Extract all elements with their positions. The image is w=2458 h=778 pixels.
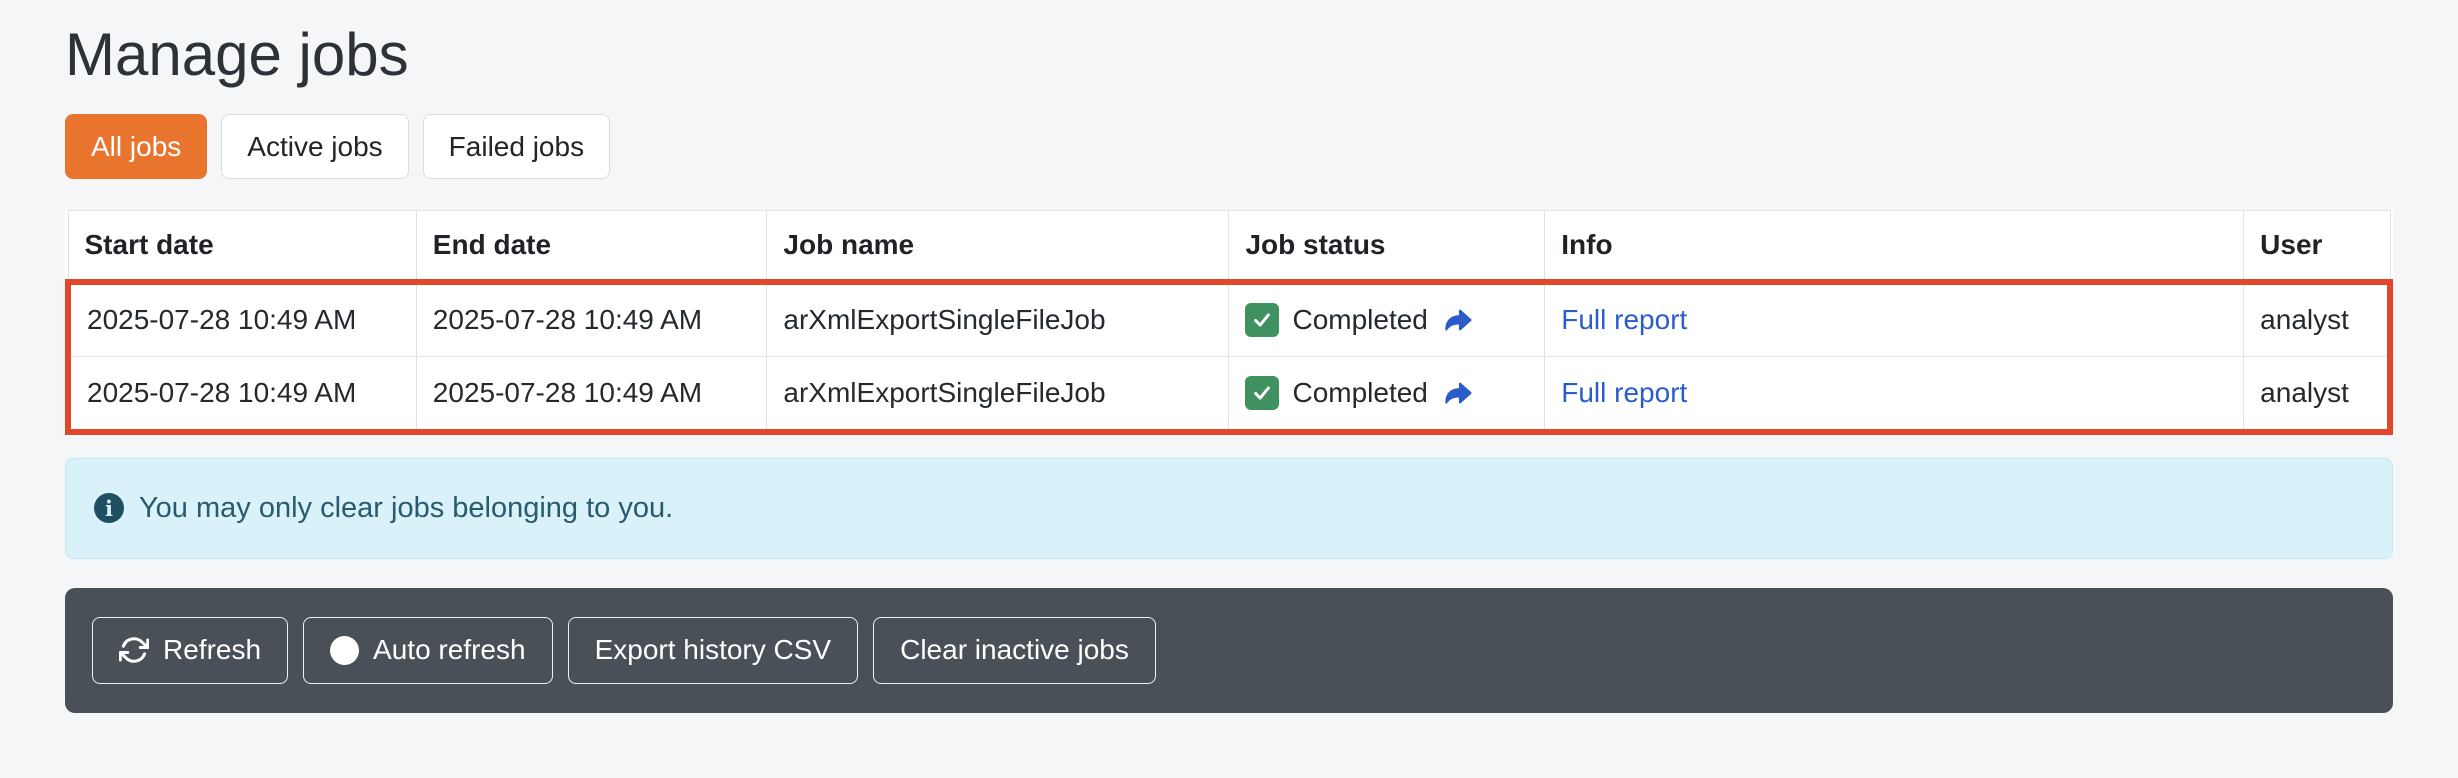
export-history-csv-button[interactable]: Export history CSV	[568, 617, 859, 684]
actions-toolbar: Refresh Auto refresh Export history CSV …	[65, 588, 2393, 713]
filter-failed-jobs-button[interactable]: Failed jobs	[423, 114, 610, 179]
refresh-icon	[119, 635, 149, 665]
table-header-row: Start date End date Job name Job status …	[68, 211, 2390, 282]
job-name-cell: arXmlExportSingleFileJob	[767, 357, 1229, 432]
clear-inactive-jobs-button-label: Clear inactive jobs	[900, 634, 1129, 666]
export-history-csv-button-label: Export history CSV	[595, 634, 832, 666]
column-header-start-date: Start date	[68, 211, 416, 282]
end-date-cell: 2025-07-28 10:49 AM	[416, 282, 767, 357]
user-cell: analyst	[2244, 282, 2390, 357]
auto-refresh-button-label: Auto refresh	[373, 634, 526, 666]
notice-text: You may only clear jobs belonging to you…	[139, 492, 673, 525]
start-date-cell: 2025-07-28 10:49 AM	[68, 282, 416, 357]
share-arrow-icon[interactable]	[1445, 305, 1475, 335]
checkbox-checked-icon	[1245, 303, 1279, 337]
checkbox-checked-icon	[1245, 376, 1279, 410]
full-report-link[interactable]: Full report	[1561, 377, 1687, 408]
refresh-button[interactable]: Refresh	[92, 617, 288, 684]
job-status-label: Completed	[1292, 377, 1427, 409]
column-header-end-date: End date	[416, 211, 767, 282]
table-row: 2025-07-28 10:49 AM 2025-07-28 10:49 AM …	[68, 282, 2390, 357]
clear-inactive-jobs-button[interactable]: Clear inactive jobs	[873, 617, 1156, 684]
page-title: Manage jobs	[65, 16, 2393, 94]
job-status-cell: Completed	[1229, 282, 1545, 357]
job-status-cell: Completed	[1229, 357, 1545, 432]
filter-active-jobs-button[interactable]: Active jobs	[221, 114, 408, 179]
info-cell: Full report	[1545, 282, 2244, 357]
jobs-table: Start date End date Job name Job status …	[65, 210, 2393, 435]
share-arrow-icon[interactable]	[1445, 378, 1475, 408]
full-report-link[interactable]: Full report	[1561, 304, 1687, 335]
job-status-label: Completed	[1292, 304, 1427, 336]
manage-jobs-page: Manage jobs All jobs Active jobs Failed …	[0, 0, 2458, 713]
column-header-job-status: Job status	[1229, 211, 1545, 282]
user-cell: analyst	[2244, 357, 2390, 432]
job-name-cell: arXmlExportSingleFileJob	[767, 282, 1229, 357]
column-header-user: User	[2244, 211, 2390, 282]
start-date-cell: 2025-07-28 10:49 AM	[68, 357, 416, 432]
refresh-button-label: Refresh	[163, 634, 261, 666]
info-cell: Full report	[1545, 357, 2244, 432]
info-circle-icon: i	[94, 493, 124, 523]
filter-all-jobs-button[interactable]: All jobs	[65, 114, 207, 179]
clear-jobs-notice: i You may only clear jobs belonging to y…	[65, 458, 2393, 559]
column-header-job-name: Job name	[767, 211, 1229, 282]
end-date-cell: 2025-07-28 10:49 AM	[416, 357, 767, 432]
circle-icon	[330, 636, 359, 665]
column-header-info: Info	[1545, 211, 2244, 282]
table-row: 2025-07-28 10:49 AM 2025-07-28 10:49 AM …	[68, 357, 2390, 432]
job-filter-group: All jobs Active jobs Failed jobs	[65, 114, 2393, 179]
auto-refresh-button[interactable]: Auto refresh	[303, 617, 553, 684]
highlighted-job-rows: 2025-07-28 10:49 AM 2025-07-28 10:49 AM …	[68, 282, 2390, 432]
